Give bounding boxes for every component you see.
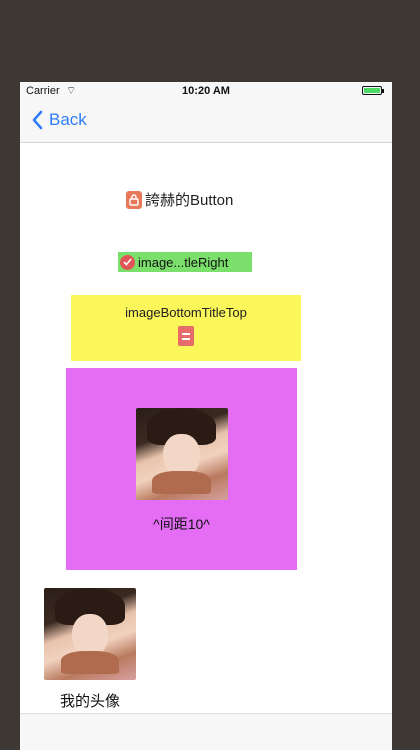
lock-icon bbox=[126, 190, 142, 209]
document-icon bbox=[178, 326, 194, 346]
image-left-button-label: 誇赫的Button bbox=[145, 192, 234, 209]
status-time: 10:20 AM bbox=[182, 85, 230, 97]
profile-name: 我的头像 bbox=[59, 693, 120, 710]
image-title-right-button[interactable]: image...tleRight bbox=[118, 252, 252, 272]
image-left-button[interactable]: 誇赫的Button bbox=[126, 189, 233, 210]
battery-icon bbox=[362, 86, 384, 95]
check-circle-icon bbox=[120, 254, 135, 270]
back-button[interactable]: Back bbox=[32, 110, 87, 130]
chevron-left-icon bbox=[32, 110, 43, 130]
navigation-bar: Back bbox=[20, 100, 392, 143]
image-bottom-title-top-label: imageBottomTitleTop bbox=[125, 305, 247, 320]
device-frame bbox=[0, 0, 420, 82]
avatar bbox=[44, 588, 136, 680]
image-bottom-title-top-button[interactable]: imageBottomTitleTop bbox=[71, 295, 301, 361]
screen: Carrier ⌔ 10:20 AM Back 誇赫的Button image.… bbox=[20, 82, 392, 750]
bottom-bar bbox=[20, 713, 392, 750]
spacing-10-label: ^间距10^ bbox=[153, 516, 210, 532]
spacing-10-button[interactable]: ^间距10^ bbox=[66, 368, 297, 570]
status-bar: Carrier ⌔ 10:20 AM bbox=[20, 82, 392, 100]
profile-avatar-button[interactable]: 我的头像 bbox=[44, 588, 136, 711]
back-label: Back bbox=[49, 110, 87, 129]
image-title-right-label: image...tleRight bbox=[138, 254, 229, 270]
girl-photo bbox=[135, 408, 228, 500]
